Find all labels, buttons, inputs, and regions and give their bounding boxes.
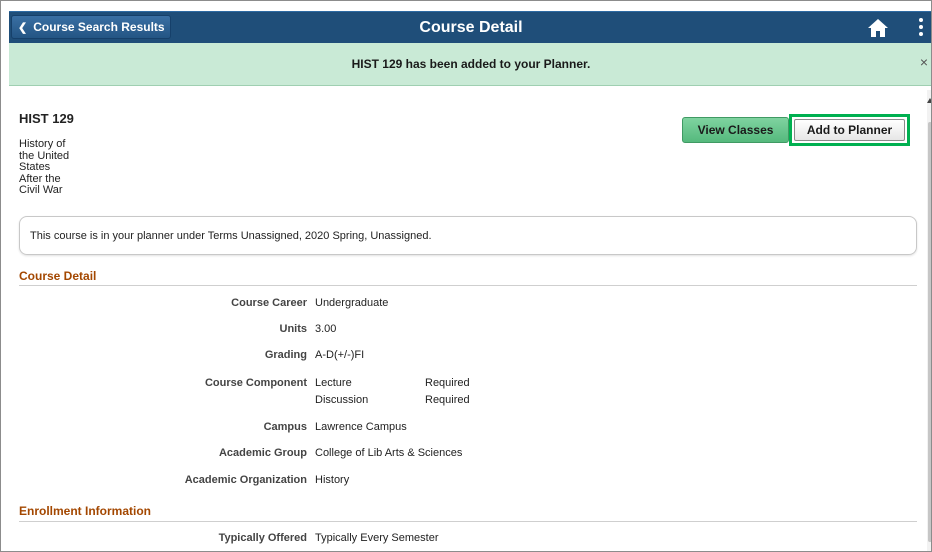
home-icon[interactable]: [867, 17, 889, 39]
scroll-up-arrow-icon[interactable]: [927, 98, 931, 103]
app-window: ❮ Course Search Results Course Detail HI…: [0, 0, 932, 552]
planner-notice-text: This course is in your planner under Ter…: [30, 229, 432, 242]
confirmation-text: HIST 129 has been added to your Planner.: [351, 57, 591, 71]
add-to-planner-button[interactable]: Add to Planner: [794, 119, 905, 141]
course-title: History of the United States After the C…: [19, 138, 79, 197]
component-name: Lecture: [315, 377, 352, 389]
component-status: Required: [425, 394, 470, 406]
header-bar: ❮ Course Search Results Course Detail: [9, 11, 931, 43]
field-value: History: [315, 474, 350, 486]
course-detail-content: HIST 129 History of the United States Af…: [9, 90, 927, 551]
confirmation-message: HIST 129 has been added to your Planner.…: [9, 43, 931, 86]
course-title-line: Civil War: [19, 184, 63, 196]
section-heading-enrollment: Enrollment Information: [19, 504, 151, 518]
field-value: Typically Every Semester: [315, 532, 439, 544]
field-label: Typically Offered: [218, 532, 307, 544]
field-label: Course Component: [204, 377, 307, 389]
view-classes-button[interactable]: View Classes: [682, 117, 789, 143]
field-value: Lawrence Campus: [315, 421, 407, 433]
field-value: A-D(+/-)FI: [315, 349, 365, 361]
back-button-label: Course Search Results: [33, 20, 165, 34]
component-name: Discussion: [315, 394, 369, 406]
course-title-line: States: [19, 161, 51, 173]
field-label: Units: [279, 323, 308, 335]
field-label: Academic Group: [218, 447, 307, 459]
planner-notice: This course is in your planner under Ter…: [19, 216, 917, 255]
course-code: HIST 129: [19, 111, 74, 126]
scroll-thumb[interactable]: [928, 122, 931, 542]
field-label: Academic Organization: [184, 474, 307, 486]
section-divider: [19, 285, 917, 286]
more-actions-icon[interactable]: [917, 18, 925, 38]
field-label: Course Career: [231, 297, 307, 309]
back-button[interactable]: ❮ Course Search Results: [11, 15, 171, 39]
add-to-planner-highlight: Add to Planner: [789, 114, 910, 146]
vertical-scrollbar[interactable]: [927, 90, 931, 551]
field-label: Grading: [264, 349, 307, 361]
field-label: Campus: [263, 421, 307, 433]
course-title-line: History of: [19, 138, 66, 150]
component-status: Required: [425, 377, 470, 389]
close-icon[interactable]: ×: [920, 54, 928, 70]
field-value: 3.00: [315, 323, 337, 335]
section-divider: [19, 521, 917, 522]
field-value: College of Lib Arts & Sciences: [315, 447, 463, 459]
chevron-left-icon: ❮: [18, 21, 28, 34]
field-value: Undergraduate: [315, 297, 389, 309]
section-heading-course-detail: Course Detail: [19, 269, 97, 283]
